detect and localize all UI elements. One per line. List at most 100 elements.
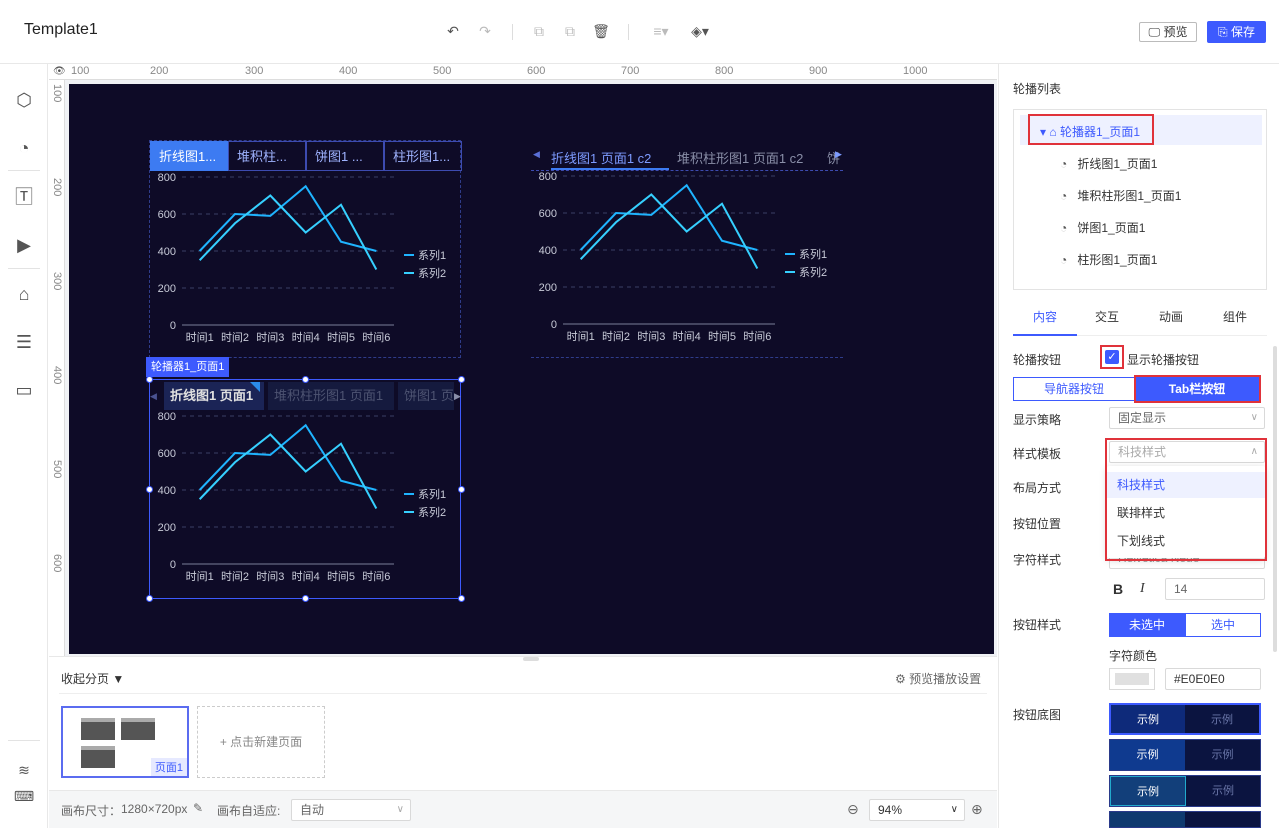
delete-icon[interactable]: 🗑 (592, 22, 610, 40)
collapse-pages-button[interactable]: 收起分页 ▼ (61, 670, 124, 687)
preview-button[interactable]: 🖵 预览 (1139, 22, 1197, 42)
carousel-chart-2[interactable]: ◀ 折线图1 页面1 c2 堆积柱形图1 页面1 c2 饼 ▶ 0 200 400 6… (531, 140, 843, 358)
archive-icon[interactable]: ▭ (12, 378, 36, 402)
tree-item-label: 柱形图1_页面1 (1077, 253, 1158, 267)
zoom-select[interactable]: 94% ∨ (869, 799, 965, 821)
undo-icon[interactable]: ↶ (444, 22, 462, 40)
resize-handle[interactable] (146, 376, 153, 383)
scrollbar[interactable] (1273, 346, 1277, 652)
y-tick-label: 800 (539, 171, 557, 183)
example-partial (1110, 812, 1185, 827)
carousel-tab[interactable]: 折线图1 页面1 (164, 382, 264, 410)
tree-item[interactable]: ◔ 堆积柱形图1_页面1 (1060, 187, 1181, 204)
tree-item[interactable]: ◔ 折线图1_页面1 (1060, 155, 1157, 172)
font-size-input[interactable]: 14 (1165, 578, 1265, 600)
display-strategy-select[interactable]: 固定显示 ∨ (1109, 407, 1265, 429)
next-arrow-icon[interactable]: ▶ (835, 149, 842, 160)
button-bg-option[interactable]: 示例 示例 (1109, 739, 1261, 771)
color-swatch[interactable] (1109, 668, 1155, 690)
carousel-tab[interactable]: 堆积柱形图1 页面1 c2 (677, 148, 803, 167)
page-thumbnail[interactable]: 页面1 (61, 706, 189, 778)
inbox-icon[interactable]: ⌂ (12, 282, 36, 306)
preview-settings-button[interactable]: ⚙ 预览播放设置 (895, 670, 981, 687)
button-bg-option[interactable]: 示例 示例 (1109, 775, 1261, 807)
save-button[interactable]: ⎘ 保存 (1207, 21, 1266, 43)
carousel-chart-3-selected[interactable]: ◀ 折线图1 页面1 堆积柱形图1 页面1 饼图1 页 ▶ 0 200 400 600… (146, 376, 465, 602)
tab-content[interactable]: 内容 (1013, 308, 1077, 336)
copy-icon[interactable]: ⧉ (530, 22, 548, 40)
bold-button[interactable]: B (1113, 581, 1123, 597)
cube-icon[interactable]: ⬡ (12, 88, 36, 112)
ruler-label: 400 (51, 366, 63, 385)
carousel-tab[interactable]: 饼图1 页 (398, 382, 454, 410)
tab-component[interactable]: 组件 (1203, 308, 1267, 325)
button-bg-option[interactable]: 示例 示例 (1109, 703, 1261, 735)
text-icon[interactable]: 🅃 (12, 185, 36, 209)
prev-arrow-icon[interactable]: ◀ (533, 149, 540, 160)
x-tick-label: 时间6 (362, 570, 390, 583)
selected-state-button[interactable]: 选中 (1185, 613, 1261, 637)
next-arrow-icon[interactable]: ▶ (454, 391, 461, 402)
align-icon[interactable]: ≡▾ (648, 22, 674, 40)
ruler-label: 100 (71, 65, 90, 77)
series-line-1 (579, 183, 758, 251)
resize-handle[interactable] (458, 486, 465, 493)
font-color-input[interactable]: #E0E0E0 (1165, 668, 1261, 690)
navigator-button-option[interactable]: 导航器按钮 (1013, 377, 1135, 401)
redo-icon[interactable]: ↷ (476, 22, 494, 40)
carousel-tab[interactable]: 折线图1... (150, 141, 228, 171)
resize-handle[interactable] (302, 376, 309, 383)
resize-handle[interactable] (146, 486, 153, 493)
x-tick-label: 时间5 (327, 570, 355, 583)
carousel-tab[interactable]: 堆积柱形图1 页面1 (268, 382, 394, 410)
unselected-state-button[interactable]: 未选中 (1109, 613, 1185, 637)
resize-grip[interactable] (523, 657, 539, 661)
resize-handle[interactable] (458, 595, 465, 602)
adapt-select[interactable]: 自动 ∨ (291, 799, 411, 821)
new-page-button[interactable]: + 点击新建页面 (197, 706, 325, 778)
layers-icon[interactable]: ≋ (12, 758, 36, 782)
table-icon[interactable]: ☰ (12, 330, 36, 354)
italic-button[interactable]: I (1140, 581, 1145, 597)
video-icon[interactable]: ▶ (12, 233, 36, 257)
legend-label: 系列1 (418, 248, 446, 262)
zoom-in-icon[interactable]: ⊕ (971, 801, 983, 818)
highlight-box (1105, 438, 1267, 561)
keyboard-icon[interactable]: ⌨ (12, 784, 36, 808)
page-label: 页面1 (150, 758, 187, 776)
edit-icon[interactable]: ✎ (193, 801, 203, 815)
tab-corner-decoration (250, 382, 260, 392)
carousel-chart-1[interactable]: 折线图1... 堆积柱... 饼图1 ... 柱形图1... 0 200 400 60… (149, 140, 462, 358)
y-tick-label: 0 (170, 320, 176, 332)
tree-item[interactable]: ◔ 柱形图1_页面1 (1060, 251, 1157, 268)
divider (59, 693, 987, 694)
eye-icon[interactable]: 👁 (53, 66, 66, 77)
resize-handle[interactable] (458, 376, 465, 383)
carousel-tab[interactable]: 堆积柱... (228, 141, 306, 171)
example-label: 示例 (1211, 749, 1234, 761)
zoom-out-icon[interactable]: ⊖ (847, 801, 859, 818)
layers-icon[interactable]: ◈▾ (687, 22, 713, 40)
caret-down-icon: ▼ (112, 672, 125, 686)
toolbar-divider (628, 24, 629, 40)
chart-icon[interactable]: ◔ (12, 136, 36, 160)
carousel-tab[interactable]: 饼图1 ... (306, 141, 384, 171)
y-tick-label: 400 (158, 485, 176, 497)
carousel-tab[interactable]: 折线图1 页面1 c2 (551, 148, 669, 170)
resize-handle[interactable] (146, 595, 153, 602)
button-bg-option[interactable] (1109, 811, 1261, 828)
x-tick-label: 时间3 (256, 331, 284, 344)
carousel-tab[interactable]: 柱形图1... (384, 141, 462, 171)
prev-arrow-icon[interactable]: ◀ (150, 391, 157, 402)
display-strategy-label: 显示策略 (1013, 413, 1062, 427)
resize-handle[interactable] (302, 595, 309, 602)
tree-item[interactable]: ◔ 饼图1_页面1 (1060, 219, 1145, 236)
canvas-stage[interactable]: 折线图1... 堆积柱... 饼图1 ... 柱形图1... 0 200 400 60… (69, 84, 994, 654)
paste-icon[interactable]: ⧉ (561, 22, 579, 40)
canvas-size-label: 画布尺寸： (61, 804, 122, 818)
adapt-value: 自动 (300, 803, 325, 817)
thumb-block (81, 718, 115, 740)
line-chart: 0 200 400 600 800 时间1 时间2 时间3 时间4 时间5 时间6 系列1 系列2 (539, 171, 827, 343)
tab-animation[interactable]: 动画 (1139, 308, 1203, 325)
tab-interaction[interactable]: 交互 (1075, 308, 1139, 325)
